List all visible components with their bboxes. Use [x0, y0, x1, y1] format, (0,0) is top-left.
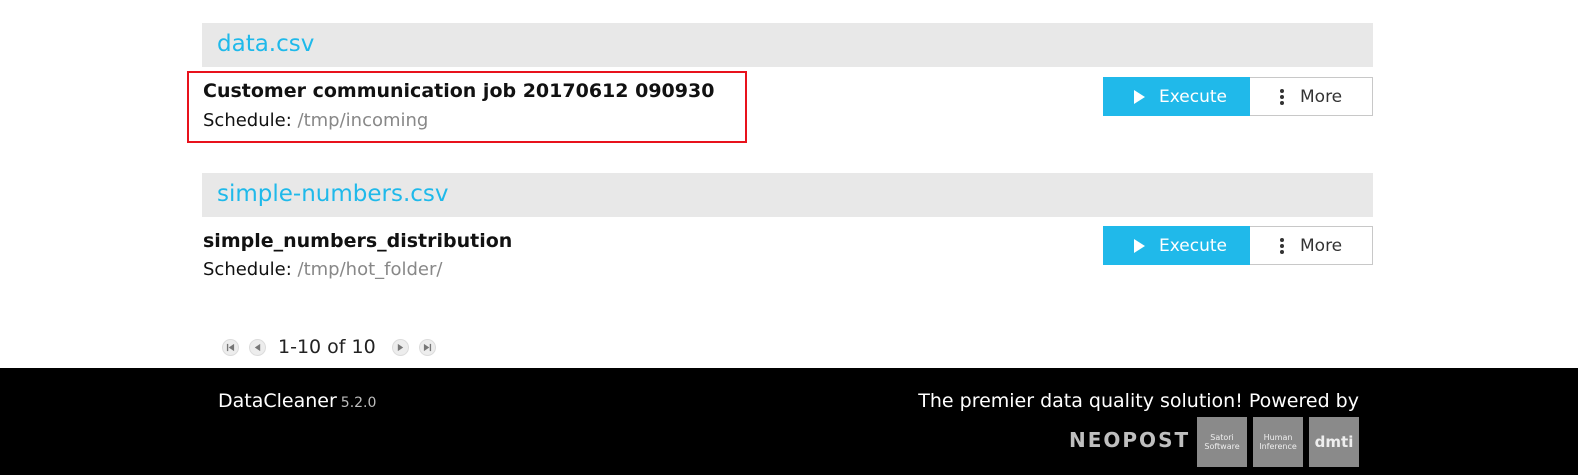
footer-tagline: The premier data quality solution! Power… [918, 390, 1359, 412]
prev-page-button[interactable] [249, 338, 266, 356]
job-name[interactable]: simple_numbers_distribution [203, 230, 512, 252]
job-actions: Execute More [1103, 77, 1373, 116]
more-vertical-icon [1280, 237, 1284, 255]
footer: DataCleaner 5.2.0 The premier data qualit… [0, 368, 1578, 475]
human-inference-logo[interactable]: Human Inference [1253, 417, 1303, 467]
execute-label: Execute [1159, 235, 1227, 256]
job-schedule: Schedule: /tmp/hot_folder/ [203, 259, 442, 280]
first-page-button[interactable] [222, 338, 239, 356]
page-range: 1-10 of 10 [278, 336, 376, 358]
last-page-icon [423, 343, 431, 351]
dmti-logo[interactable]: dmti [1309, 417, 1359, 467]
last-page-button[interactable] [418, 338, 436, 356]
datastore-title[interactable]: data.csv [217, 31, 314, 57]
job-actions: Execute More [1103, 226, 1373, 265]
execute-button[interactable]: Execute [1103, 77, 1250, 116]
prev-page-icon [254, 343, 261, 351]
app-version: 5.2.0 [340, 395, 377, 411]
execute-label: Execute [1159, 86, 1227, 107]
datastore-header: data.csv [202, 23, 1373, 67]
more-label: More [1300, 235, 1343, 256]
more-vertical-icon [1280, 88, 1284, 106]
more-label: More [1300, 86, 1343, 107]
execute-button[interactable]: Execute [1103, 226, 1250, 265]
next-page-button[interactable] [391, 338, 409, 356]
next-page-icon [397, 343, 403, 351]
play-icon [1134, 238, 1145, 253]
datastore-title[interactable]: simple-numbers.csv [217, 181, 449, 207]
footer-brand: DataCleaner 5.2.0 [218, 390, 376, 412]
pagination: 1-10 of 10 [222, 336, 446, 358]
job-list-page: data.csv Customer communication job 2017… [0, 0, 1578, 475]
more-button[interactable]: More [1250, 77, 1373, 116]
more-button[interactable]: More [1250, 226, 1373, 265]
datastore-header: simple-numbers.csv [202, 173, 1373, 217]
first-page-icon [226, 343, 235, 351]
app-name: DataCleaner [218, 390, 337, 412]
schedule-path[interactable]: /tmp/hot_folder/ [298, 259, 443, 280]
neopost-logo[interactable]: NEOPOST [1069, 428, 1190, 452]
schedule-label: Schedule: [203, 259, 292, 280]
highlight-box [187, 71, 747, 143]
satori-software-logo[interactable]: Satori Software [1197, 417, 1247, 467]
play-icon [1134, 89, 1145, 104]
